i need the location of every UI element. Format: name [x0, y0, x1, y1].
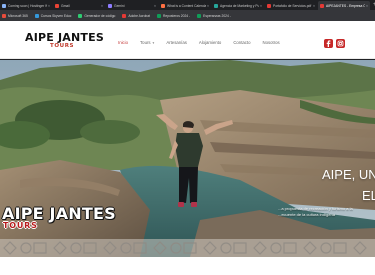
tab-favicon-icon: [161, 3, 165, 8]
tab-favicon-icon: [108, 3, 112, 8]
tab-label: Gemini: [114, 3, 125, 8]
site-logo[interactable]: AIPE JANTES TOURS: [25, 32, 104, 54]
browser-tab[interactable]: Coming soon | Hostinger Web×: [0, 1, 52, 10]
close-tab-icon[interactable]: ×: [48, 4, 50, 8]
bookmark-favicon-icon: [197, 13, 202, 18]
nav-item-alojamiento[interactable]: Alojamiento: [199, 40, 221, 45]
close-tab-icon[interactable]: ×: [366, 4, 368, 8]
nav-item-tours[interactable]: Tours ▾: [140, 40, 154, 45]
nav-label: Nosotros: [262, 40, 280, 45]
bookmark-label: Esperanzas 2024 -: [203, 13, 231, 18]
browser-tab[interactable]: Gemini ×: [106, 1, 158, 10]
hero-banner: AIPE, UNA EL ...a propuesta de recreació…: [0, 60, 375, 257]
nav-item-inicio[interactable]: Inicio: [118, 40, 128, 45]
tab-label: Portafolio de Servicios.pdf: [273, 3, 312, 8]
bookmark-label: Adobe Acrobat: [128, 13, 151, 18]
bookmark-favicon-icon: [78, 13, 83, 18]
site-header: AIPE JANTES TOURS Inicio Tours ▾ Artesaní…: [0, 21, 375, 59]
bookmark-label: Cursos Skyven Educ: [40, 13, 72, 18]
close-tab-icon[interactable]: ×: [154, 4, 156, 8]
bookmark-label: Microsoft 365: [8, 13, 28, 18]
bookmark-item[interactable]: Reposteros 2024 -: [157, 13, 191, 18]
nav-item-nosotros[interactable]: Nosotros: [263, 40, 280, 45]
nav-label: Contacto: [233, 40, 251, 45]
bookmark-item[interactable]: Microsoft 365: [2, 13, 28, 18]
browser-tab[interactable]: Agencia de Marketing y Publi ×: [212, 1, 264, 10]
tab-favicon-icon: [55, 3, 59, 8]
browser-tab-active[interactable]: AIPEJANTES - Empresa Oper×: [318, 1, 370, 10]
tab-label: What is a Content Calendar?: [167, 3, 206, 8]
nav-item-contacto[interactable]: Contacto: [233, 40, 250, 45]
nav-label: Tours: [140, 40, 151, 45]
tab-label: AIPEJANTES - Empresa Oper: [326, 3, 365, 8]
bookmark-favicon-icon: [122, 13, 127, 18]
close-tab-icon[interactable]: ×: [101, 4, 103, 8]
browser-tab[interactable]: Portafolio de Servicios.pdf ×: [265, 1, 317, 10]
bookmark-item[interactable]: Generador de código: [78, 13, 116, 18]
close-tab-icon[interactable]: ×: [260, 4, 262, 8]
bookmark-label: Reposteros 2024 -: [163, 13, 191, 18]
logo-subtext: TOURS: [50, 43, 75, 49]
bookmarks-bar: Microsoft 365 Cursos Skyven Educ Generad…: [0, 10, 375, 21]
browser-tab-strip: Coming soon | Hostinger Web× Gmail× Gemi…: [0, 0, 375, 10]
main-nav: Inicio Tours ▾ Artesanías Alojamiento Con…: [118, 40, 292, 45]
tab-favicon-icon: [320, 3, 324, 8]
hero-subtitle: ...a propuesta de recreación y turismo a…: [278, 206, 375, 218]
chevron-down-icon: ▾: [152, 40, 155, 45]
tab-favicon-icon: [2, 3, 6, 8]
tab-label: Agencia de Marketing y Publi: [220, 3, 259, 8]
nav-label: Artesanías: [166, 40, 187, 45]
close-tab-icon[interactable]: ×: [207, 4, 209, 8]
browser-tab[interactable]: Gmail ×: [53, 1, 105, 10]
hero-title: AIPE, UNA: [322, 167, 375, 182]
tab-favicon-icon: [214, 3, 218, 8]
decorative-pattern: [0, 239, 375, 257]
hero-subtitle-line: ...ecuente de la cultura indígena: [278, 212, 335, 217]
hero-logo-subtext: TOURS: [3, 221, 38, 230]
bookmark-item[interactable]: Adobe Acrobat: [122, 13, 151, 18]
tab-favicon-icon: [267, 3, 271, 8]
tab-label: Gmail: [61, 3, 70, 8]
bookmark-favicon-icon: [34, 13, 39, 18]
nav-item-artesanias[interactable]: Artesanías: [166, 40, 187, 45]
instagram-icon[interactable]: [336, 39, 345, 48]
facebook-icon[interactable]: [324, 39, 333, 48]
page-bottom-area: [0, 257, 375, 275]
bookmark-favicon-icon: [2, 13, 6, 18]
hero-logo: AIPE JANTES TOURS: [0, 203, 116, 235]
bookmark-label: Generador de código: [84, 13, 116, 18]
nav-label: Inicio: [118, 40, 129, 45]
hero-title-line2: EL: [362, 188, 375, 203]
close-tab-icon[interactable]: ×: [313, 4, 315, 8]
tab-label: Coming soon | Hostinger Web: [8, 3, 47, 8]
browser-tab[interactable]: What is a Content Calendar? ×: [159, 1, 211, 10]
nav-label: Alojamiento: [198, 40, 222, 45]
bookmark-item[interactable]: Cursos Skyven Educ: [34, 13, 72, 18]
bookmark-item[interactable]: Esperanzas 2024 -: [197, 13, 231, 18]
bookmark-favicon-icon: [157, 13, 162, 18]
